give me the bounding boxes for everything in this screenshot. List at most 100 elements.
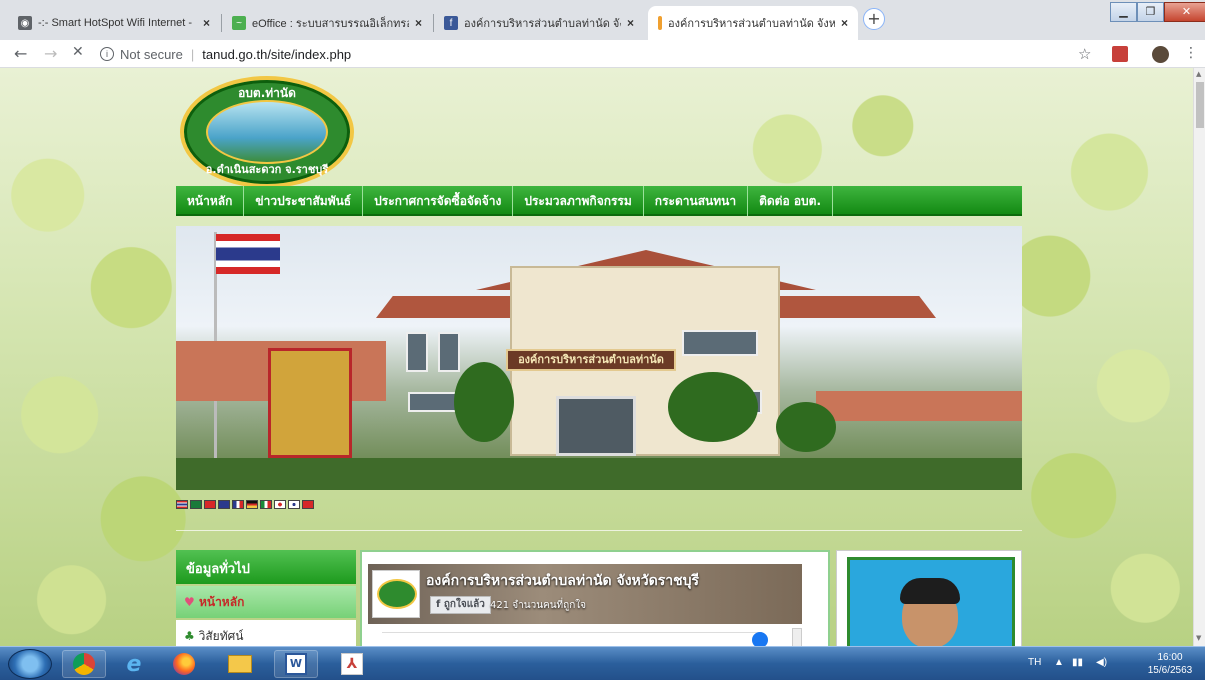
widget-scrollbar[interactable] xyxy=(792,628,802,646)
window-controls: ▁ ❐ ✕ xyxy=(1110,2,1205,22)
facebook-page-avatar[interactable] xyxy=(372,570,420,618)
tab-title: องค์การบริหารส่วนตำบลท่านัด จังหวัดราชบุ… xyxy=(464,18,621,30)
flag-kr-icon[interactable] xyxy=(288,500,300,509)
facebook-like-button[interactable]: f ถูกใจแล้ว xyxy=(430,596,491,614)
network-icon[interactable]: ▮▮ xyxy=(1072,657,1083,668)
acrobat-taskbar-icon[interactable]: ⅄ xyxy=(330,650,374,678)
heart-icon: ♥ xyxy=(184,595,195,609)
window xyxy=(406,332,428,372)
pdf-extension-icon[interactable] xyxy=(1112,46,1128,62)
word-taskbar-icon[interactable]: W xyxy=(274,650,318,678)
header-banner-photo: องค์การบริหารส่วนตำบลท่านัด xyxy=(176,226,1022,490)
close-tab-icon[interactable]: × xyxy=(203,16,210,30)
start-button[interactable] xyxy=(8,649,52,679)
flag-cn-icon[interactable] xyxy=(204,500,216,509)
browser-tab-active[interactable]: องค์การบริหารส่วนตำบลท่านัด จังหวัดราชบุ… xyxy=(648,6,858,40)
flag-th-icon[interactable] xyxy=(176,500,188,509)
flag-de-icon[interactable] xyxy=(246,500,258,509)
scrollbar-thumb[interactable] xyxy=(1196,82,1204,128)
sidebar-item-label: วิสัยทัศน์ xyxy=(198,629,244,643)
divider: | xyxy=(190,46,195,62)
building-entrance xyxy=(556,396,636,456)
show-hidden-icons[interactable]: ▲ xyxy=(1054,657,1064,668)
sidebar-item-vision[interactable]: ♣ วิสัยทัศน์ xyxy=(176,620,356,646)
ground-garden xyxy=(176,458,1022,490)
nav-news[interactable]: ข่าวประชาสัมพันธ์ xyxy=(244,186,364,216)
facebook-icon: f xyxy=(444,16,458,30)
tree xyxy=(454,362,514,442)
logo-icon xyxy=(377,579,417,609)
facebook-page-name[interactable]: องค์การบริหารส่วนตำบลท่านัด จังหวัดราชบุ… xyxy=(426,570,699,592)
flag-fr-icon[interactable] xyxy=(232,500,244,509)
url-text[interactable]: tanud.go.th/site/index.php xyxy=(202,47,351,62)
address-bar: ← → ✕ i Not secure | tanud.go.th/site/in… xyxy=(0,40,1205,68)
page-scrollbar[interactable]: ▲ ▼ xyxy=(1193,68,1205,646)
stop-button[interactable]: ✕ xyxy=(72,44,84,60)
site-logo[interactable]: อบต.ท่านัด อ.ดำเนินสะดวก จ.ราชบุรี xyxy=(180,76,354,188)
tab-title: -:- Smart HotSpot Wifi Internet - xyxy=(38,17,193,29)
chrome-taskbar-icon[interactable] xyxy=(62,650,106,678)
browser-tab[interactable]: ~ eOffice : ระบบสารบรรณอิเล็กทรอนิกส์ × xyxy=(222,6,432,40)
divider xyxy=(176,530,1022,531)
facebook-like-count: 421 จำนวนคนที่ถูกใจ xyxy=(490,600,586,611)
logo-emblem xyxy=(206,100,328,164)
bookmark-star-icon[interactable]: ☆ xyxy=(1078,45,1091,63)
eoffice-icon: ~ xyxy=(232,16,246,30)
window xyxy=(408,392,460,412)
info-icon[interactable]: i xyxy=(100,47,114,61)
royal-portrait-shrine xyxy=(268,348,352,458)
clock-date: 15/6/2563 xyxy=(1147,665,1193,676)
nav-webboard[interactable]: กระดานสนทนา xyxy=(644,186,749,216)
close-tab-icon[interactable]: × xyxy=(415,16,422,30)
facebook-post-preview[interactable] xyxy=(382,632,762,646)
facebook-badge-icon xyxy=(752,632,768,646)
executive-photo-box xyxy=(836,550,1022,646)
minimize-button[interactable]: ▁ xyxy=(1110,2,1137,22)
flag-vn-icon[interactable] xyxy=(302,500,314,509)
flag-it-icon[interactable] xyxy=(260,500,272,509)
sidebar-item-home[interactable]: ♥ หน้าหลัก xyxy=(176,586,356,618)
sidebar-item-label: หน้าหลัก xyxy=(198,595,245,609)
profile-avatar-icon[interactable] xyxy=(1152,46,1169,63)
menu-kebab-icon[interactable]: ⋮ xyxy=(1184,45,1198,61)
flag-jp-icon[interactable] xyxy=(274,500,286,509)
nav-procurement[interactable]: ประกาศการจัดซื้อจัดจ้าง xyxy=(363,186,514,216)
tree xyxy=(668,372,758,442)
sidebar-heading: ข้อมูลทั่วไป xyxy=(176,550,356,584)
scroll-up-arrow[interactable]: ▲ xyxy=(1196,70,1201,78)
nav-contact[interactable]: ติดต่อ อบต. xyxy=(748,186,834,216)
explorer-taskbar-icon[interactable] xyxy=(218,650,262,678)
flag-la-icon[interactable] xyxy=(190,500,202,509)
tree xyxy=(776,402,836,452)
back-button[interactable]: ← xyxy=(14,44,27,63)
page-icon xyxy=(658,16,662,30)
nav-home[interactable]: หน้าหลัก xyxy=(176,186,245,216)
facebook-icon: f xyxy=(436,599,444,610)
clock-time: 16:00 xyxy=(1157,652,1183,663)
facebook-page-widget: องค์การบริหารส่วนตำบลท่านัด จังหวัดราชบุ… xyxy=(360,550,830,646)
windows-taskbar: e W ⅄ TH ▲ ▮▮ ◀) 16:00 15/6/2563 xyxy=(0,646,1205,680)
browser-tab[interactable]: f องค์การบริหารส่วนตำบลท่านัด จังหวัดราช… xyxy=(434,6,644,40)
volume-icon[interactable]: ◀) xyxy=(1096,657,1107,668)
main-navigation: หน้าหลัก ข่าวประชาสัมพันธ์ ประกาศการจัดซ… xyxy=(176,186,1022,216)
close-tab-icon[interactable]: × xyxy=(841,16,848,30)
close-window-button[interactable]: ✕ xyxy=(1164,2,1205,22)
facebook-cover-photo[interactable]: องค์การบริหารส่วนตำบลท่านัด จังหวัดราชบุ… xyxy=(368,564,802,624)
firefox-taskbar-icon[interactable] xyxy=(162,650,206,678)
system-clock[interactable]: 16:00 15/6/2563 xyxy=(1140,651,1200,677)
language-flags xyxy=(176,500,314,509)
flag-gb-icon[interactable] xyxy=(218,500,230,509)
executive-photo xyxy=(847,557,1015,646)
forward-button[interactable]: → xyxy=(44,44,57,63)
input-language[interactable]: TH xyxy=(1028,657,1041,668)
maximize-button[interactable]: ❐ xyxy=(1137,2,1164,22)
browser-tab[interactable]: ◉ -:- Smart HotSpot Wifi Internet - × xyxy=(8,6,220,40)
scroll-down-arrow[interactable]: ▼ xyxy=(1196,634,1201,642)
new-tab-button[interactable]: + xyxy=(863,8,885,30)
like-label: ถูกใจแล้ว xyxy=(443,599,485,610)
nav-gallery[interactable]: ประมวลภาพกิจกรรม xyxy=(513,186,644,216)
security-label: Not secure xyxy=(120,46,183,62)
url-omnibox[interactable]: i Not secure | tanud.go.th/site/index.ph… xyxy=(100,43,1060,65)
close-tab-icon[interactable]: × xyxy=(627,16,634,30)
ie-taskbar-icon[interactable]: e xyxy=(112,650,156,678)
